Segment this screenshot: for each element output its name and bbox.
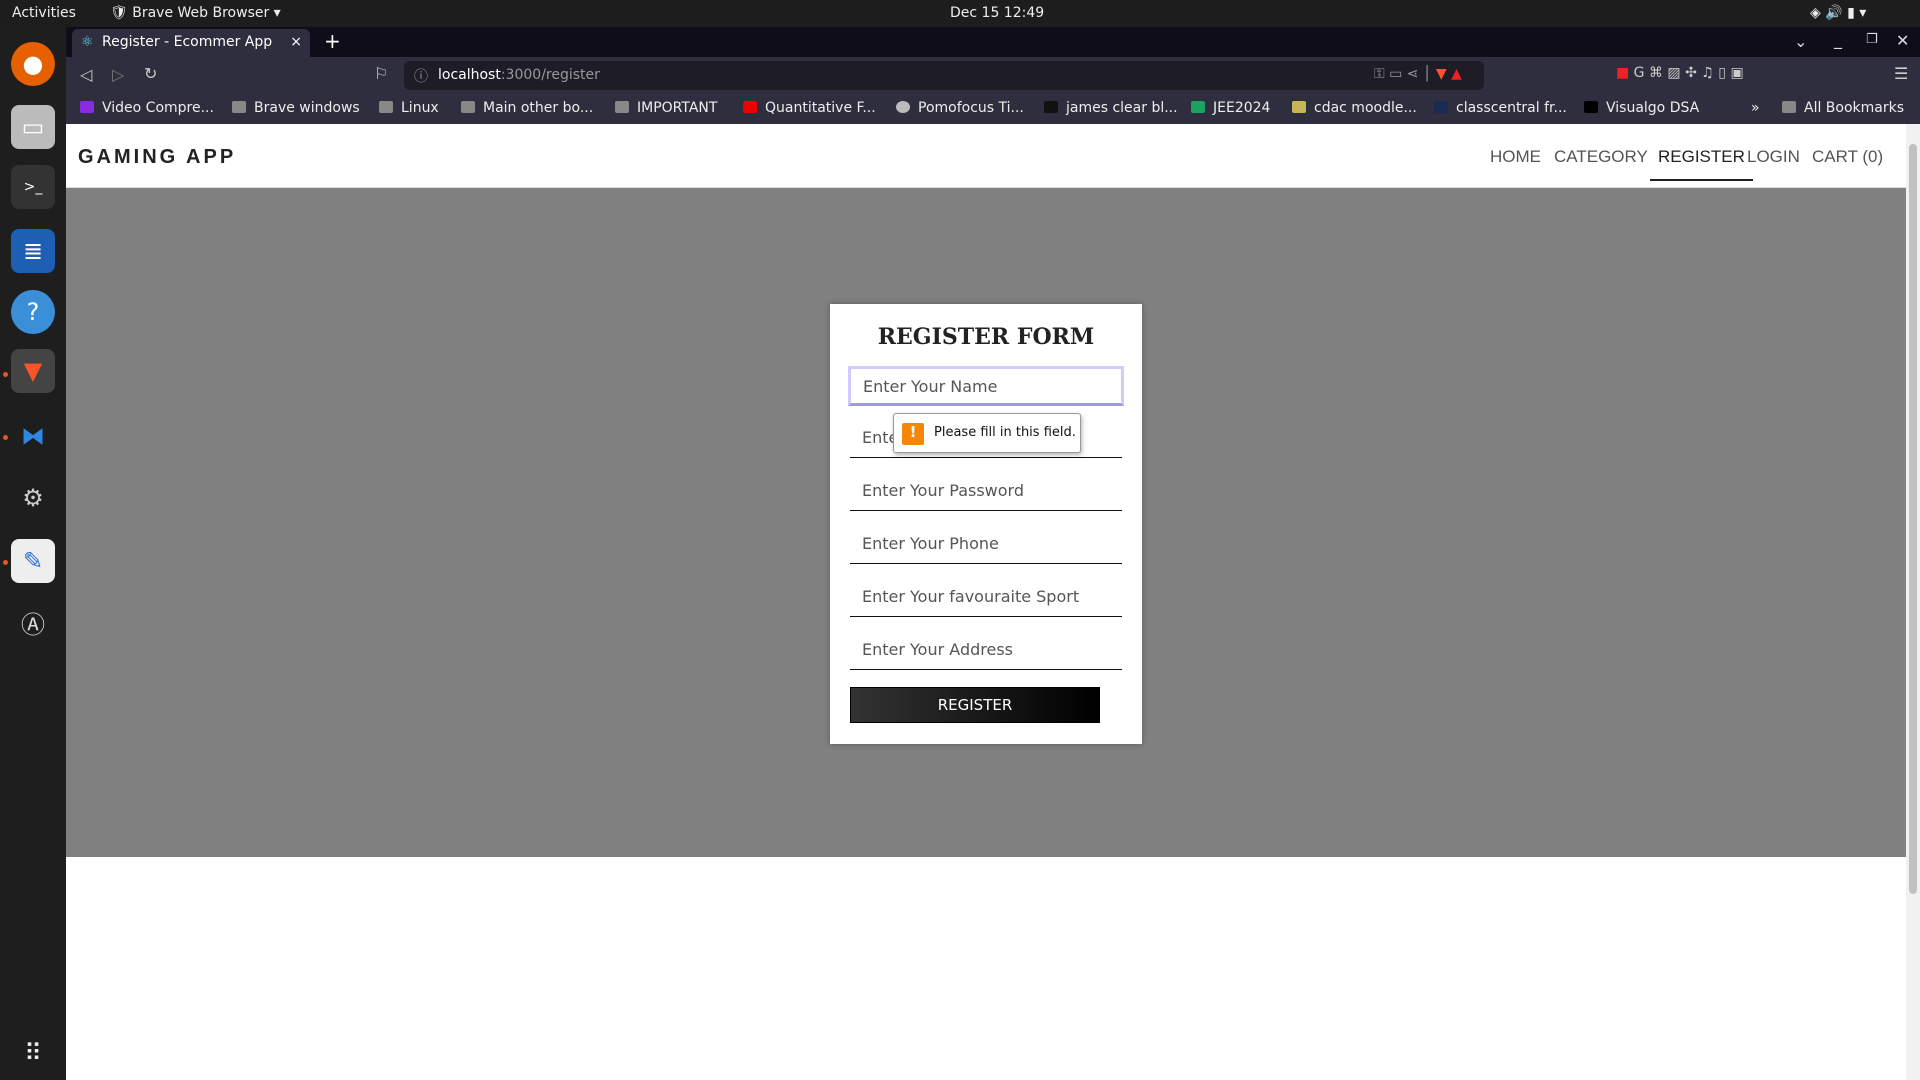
bookmark-item[interactable]: classcentral fr... [1434, 100, 1567, 116]
address-bar[interactable]: ⓘ localhost:3000/register ⚿ ▭ ⋖ │ ▼ ▲ [404, 61, 1484, 90]
page-scrollbar[interactable] [1906, 124, 1920, 1080]
bookmark-icon[interactable]: ⚐ [374, 64, 388, 83]
browser-toolbar: ◁ ▷ ↻ ⚐ ⓘ localhost:3000/register ⚿ ▭ ⋖ … [66, 57, 1920, 94]
bookmark-item[interactable]: Visualgo DSA [1584, 100, 1699, 116]
close-window-button[interactable]: ✕ [1896, 31, 1909, 50]
bookmarks-bar: Video Compre... Brave windows Linux Main… [66, 94, 1920, 124]
name-input[interactable]: Enter Your Name [848, 366, 1124, 406]
help-icon[interactable]: ? [11, 290, 55, 334]
validation-message: Please fill in this field. [934, 425, 1076, 440]
warning-icon: ! [902, 423, 924, 445]
phone-input[interactable]: Enter Your Phone [850, 524, 1122, 564]
bookmark-item[interactable]: Quantitative F... [743, 100, 876, 116]
tab-search-icon[interactable]: ⌄ [1794, 32, 1807, 51]
scrollbar-thumb[interactable] [1909, 144, 1917, 894]
url-actions-icons[interactable]: ⚿ ▭ ⋖ │ ▼ ▲ [1374, 66, 1462, 82]
bookmark-item[interactable]: Video Compre... [80, 100, 214, 116]
system-top-bar: Activities 🛡 Brave Web Browser ▾ Dec 15 … [0, 0, 1920, 27]
address-input[interactable]: Enter Your Address [850, 630, 1122, 670]
new-tab-button[interactable]: + [324, 29, 341, 53]
app-menu[interactable]: 🛡 Brave Web Browser ▾ [110, 5, 281, 21]
bookmark-folder[interactable]: IMPORTANT [615, 100, 717, 116]
tab-strip: ⚛ Register - Ecommer App × + ⌄ _ ❐ ✕ [66, 27, 1920, 57]
minimize-button[interactable]: _ [1834, 30, 1842, 49]
bookmark-item[interactable]: JEE2024 [1191, 100, 1270, 116]
text-editor-icon[interactable]: ✎ [11, 539, 55, 583]
system-status-icons[interactable]: ◈ 🔊 ▮ ▾ [1810, 5, 1866, 21]
nav-cart[interactable]: CART (0) [1812, 147, 1883, 167]
files-icon[interactable]: ▭ [11, 105, 55, 149]
nav-login[interactable]: LOGIN [1747, 147, 1800, 167]
register-button[interactable]: REGISTER [850, 687, 1100, 723]
forward-icon[interactable]: ▷ [112, 65, 124, 84]
writer-icon[interactable]: ≣ [11, 229, 55, 273]
form-title: REGISTER FORM [877, 324, 1095, 350]
bookmark-folder[interactable]: Brave windows [232, 100, 360, 116]
extension-icons[interactable]: ■ G ⌘ ▨ ✣ ♫ ▯ ▣ [1616, 65, 1744, 81]
firefox-icon[interactable]: ● [11, 42, 55, 86]
vscode-icon[interactable]: ⧓ [11, 414, 55, 458]
site-header: GAMING APP HOME CATEGORY REGISTER LOGIN … [66, 124, 1906, 188]
bookmark-item[interactable]: Pomofocus Ti... [896, 100, 1024, 116]
validation-tooltip: ! Please fill in this field. [893, 413, 1081, 453]
tab-title: Register - Ecommer App [102, 34, 273, 50]
bookmark-folder[interactable]: Main other bo... [461, 100, 593, 116]
all-bookmarks-folder[interactable]: All Bookmarks [1782, 100, 1904, 116]
terminal-icon[interactable]: >_ [11, 165, 55, 209]
settings-icon[interactable]: ⚙ [11, 476, 55, 520]
nav-home[interactable]: HOME [1490, 147, 1541, 167]
activities-button[interactable]: Activities [12, 5, 76, 21]
bookmark-folder[interactable]: Linux [379, 100, 439, 116]
sport-input[interactable]: Enter Your favouraite Sport [850, 577, 1122, 617]
restore-button[interactable]: ❐ [1866, 32, 1878, 47]
nav-category[interactable]: CATEGORY [1554, 147, 1648, 167]
nav-register[interactable]: REGISTER [1650, 147, 1753, 181]
password-input[interactable]: Enter Your Password [850, 471, 1122, 511]
more-bookmarks-button[interactable]: » [1751, 100, 1760, 116]
close-tab-icon[interactable]: × [290, 34, 302, 50]
brand-logo[interactable]: GAMING APP [78, 146, 236, 169]
clock[interactable]: Dec 15 12:49 [950, 5, 1044, 21]
menu-icon[interactable]: ☰ [1894, 64, 1908, 83]
register-form: REGISTER FORM Enter Your Name Enter Your… [830, 304, 1142, 744]
react-icon: ⚛ [81, 34, 94, 50]
dock: ● ▭ >_ ≣ ? ▼ ⧓ ⚙ ✎ Ⓐ ⠿ [0, 27, 66, 1080]
reload-icon[interactable]: ↻ [144, 64, 157, 83]
tab-register[interactable]: ⚛ Register - Ecommer App × [72, 29, 310, 57]
back-icon[interactable]: ◁ [80, 65, 92, 84]
site-info-icon[interactable]: ⓘ [414, 66, 428, 86]
software-updater-icon[interactable]: Ⓐ [11, 600, 55, 644]
app-grid-icon[interactable]: ⠿ [11, 1031, 55, 1075]
bookmark-item[interactable]: james clear bl... [1044, 100, 1178, 116]
brave-icon[interactable]: ▼ [11, 349, 55, 393]
bookmark-item[interactable]: cdac moodle... [1292, 100, 1417, 116]
